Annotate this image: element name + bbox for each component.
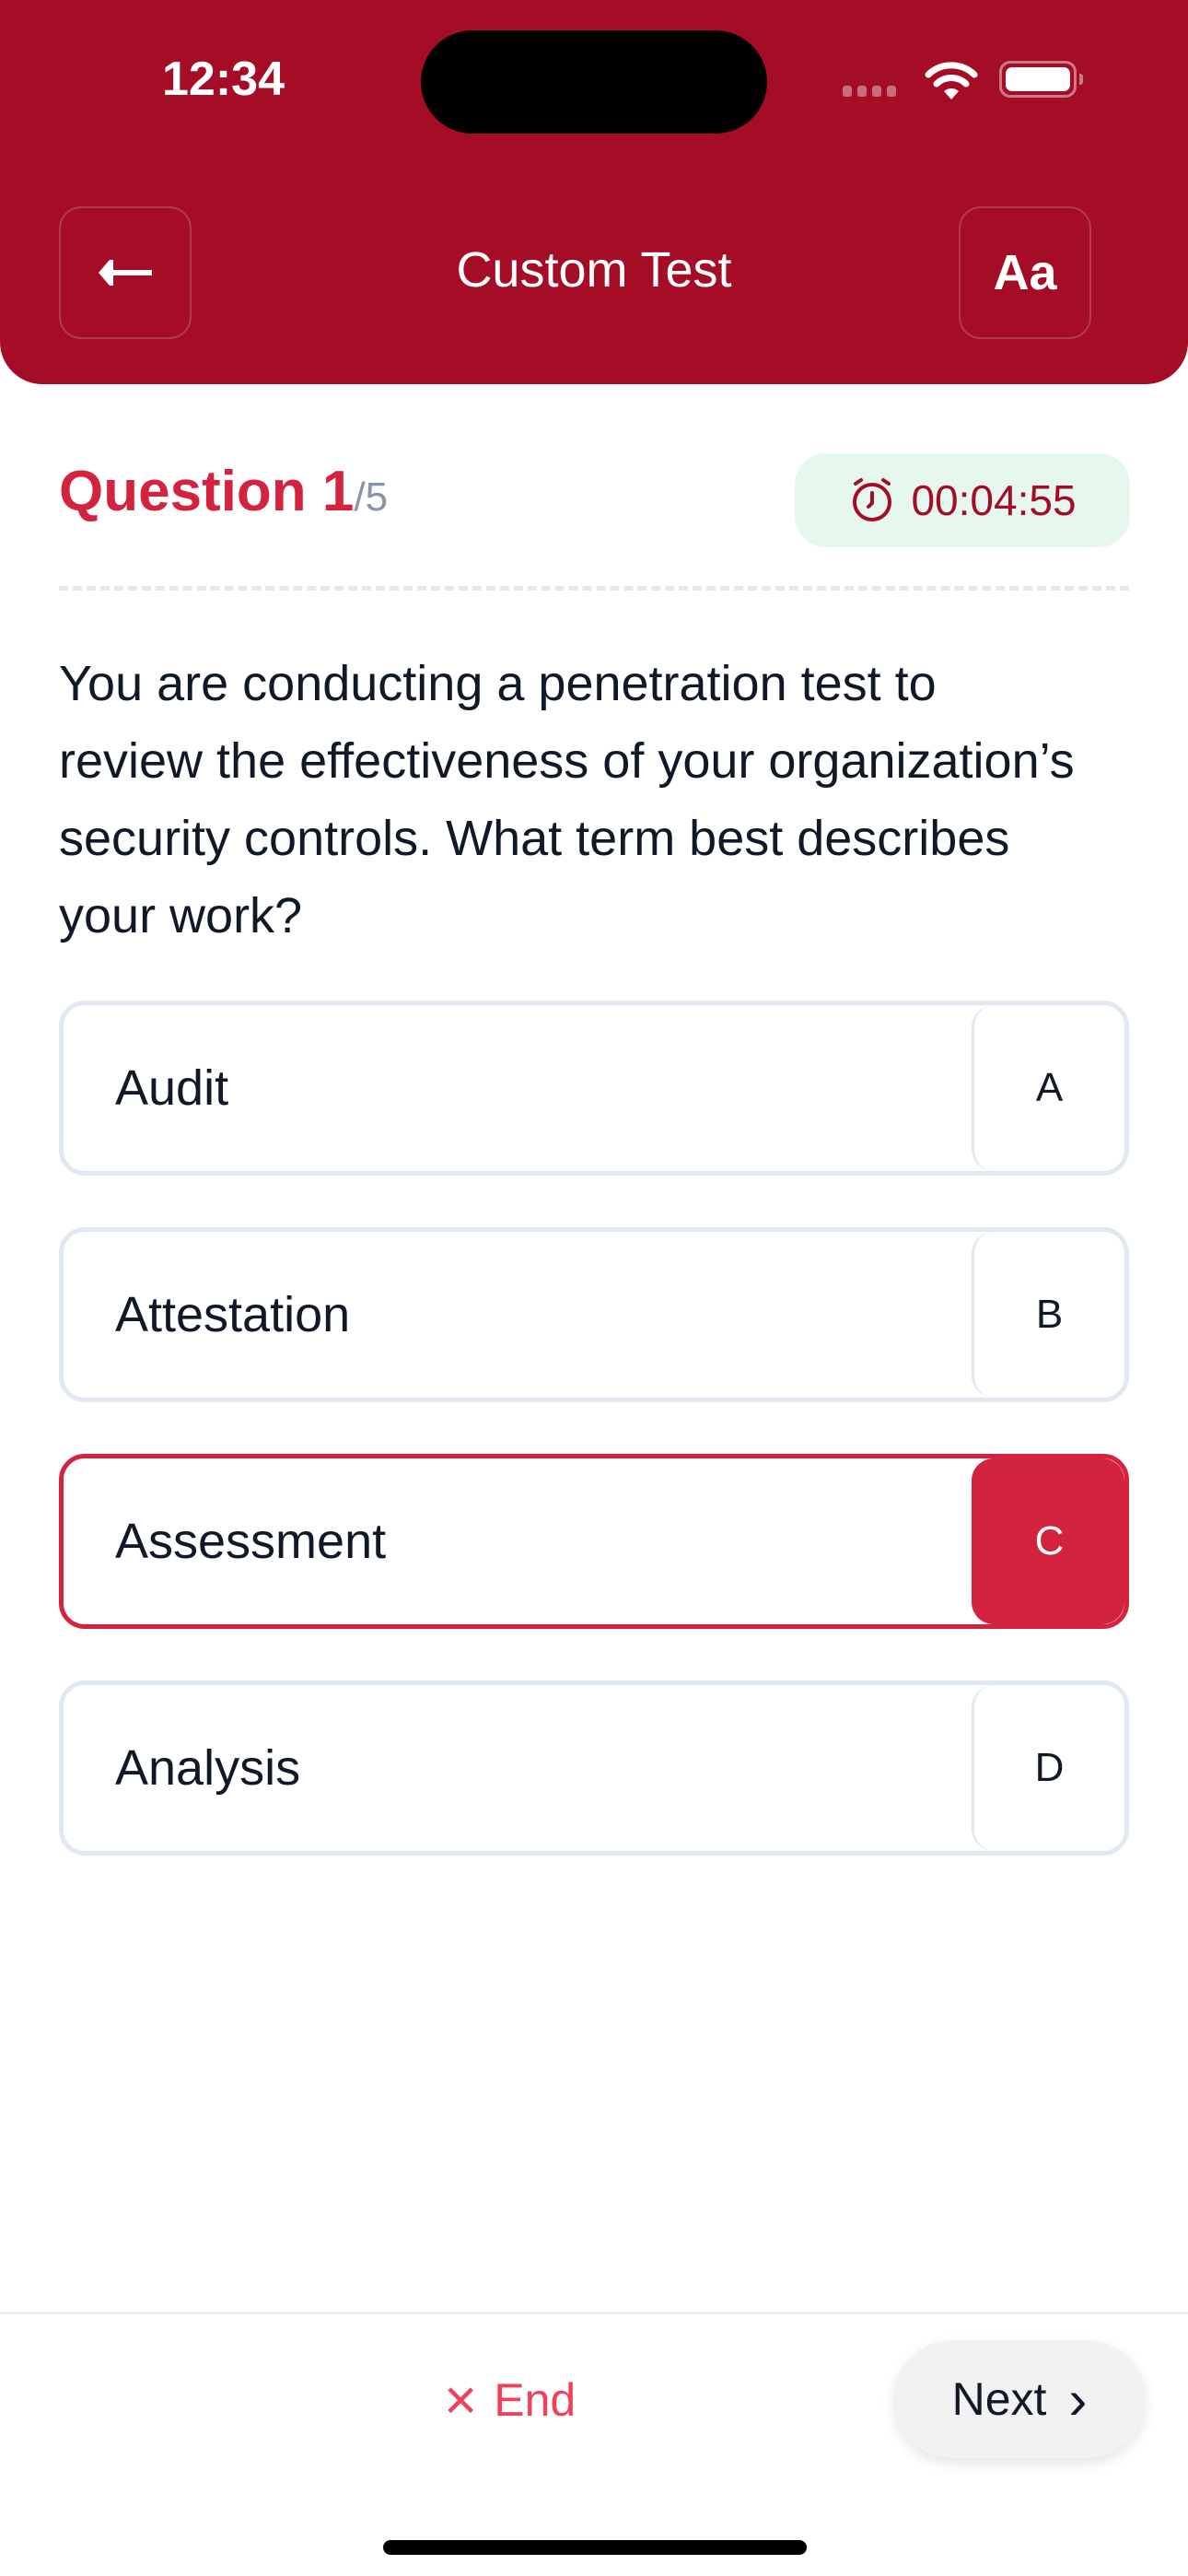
- question-text: You are conducting a penetration test to…: [59, 656, 1075, 943]
- dynamic-island: [421, 30, 767, 134]
- next-button[interactable]: Next ›: [893, 2340, 1146, 2458]
- option-letter: B: [972, 1232, 1124, 1398]
- alarm-clock-icon: [853, 478, 892, 521]
- option-text: Attestation: [115, 1287, 351, 1342]
- section-divider: [59, 586, 1129, 591]
- cellular-signal-icon: [843, 86, 896, 97]
- question-total: /5: [354, 474, 389, 520]
- page-title: Custom Test: [456, 242, 732, 298]
- close-icon: ×: [444, 2368, 478, 2432]
- option-letter: C: [972, 1458, 1124, 1624]
- option-b[interactable]: Attestation B: [59, 1227, 1129, 1402]
- font-size-icon: Aa: [993, 245, 1057, 300]
- footer-divider: [0, 2312, 1188, 2314]
- answer-options: Audit A Attestation B Assessment C Analy…: [59, 1001, 1129, 1907]
- option-d[interactable]: Analysis D: [59, 1680, 1129, 1856]
- option-text: Analysis: [115, 1740, 301, 1796]
- end-label: End: [494, 2374, 577, 2426]
- next-label: Next: [951, 2373, 1047, 2425]
- font-size-button[interactable]: Aa: [959, 206, 1091, 339]
- option-a[interactable]: Audit A: [59, 1001, 1129, 1176]
- home-indicator: [383, 2540, 807, 2555]
- back-button[interactable]: [59, 206, 192, 339]
- chevron-right-icon: ›: [1068, 2368, 1088, 2430]
- timer-value: 00:04:55: [911, 476, 1077, 524]
- option-text: Audit: [115, 1060, 229, 1116]
- arrow-left-icon: [99, 260, 152, 286]
- end-button[interactable]: × End: [444, 2368, 576, 2432]
- option-c[interactable]: Assessment C: [59, 1454, 1129, 1629]
- header-bar: 12:34 Custom Test Aa: [0, 0, 1188, 384]
- timer-badge: 00:04:55: [795, 453, 1130, 547]
- question-counter: Question 1/5: [59, 459, 388, 524]
- option-text: Assessment: [115, 1514, 387, 1569]
- option-letter: A: [972, 1005, 1124, 1171]
- option-letter: D: [972, 1685, 1124, 1851]
- battery-icon: [999, 61, 1083, 98]
- question-number: Question 1: [59, 460, 355, 523]
- wifi-icon: [925, 62, 978, 100]
- status-time: 12:34: [162, 53, 285, 106]
